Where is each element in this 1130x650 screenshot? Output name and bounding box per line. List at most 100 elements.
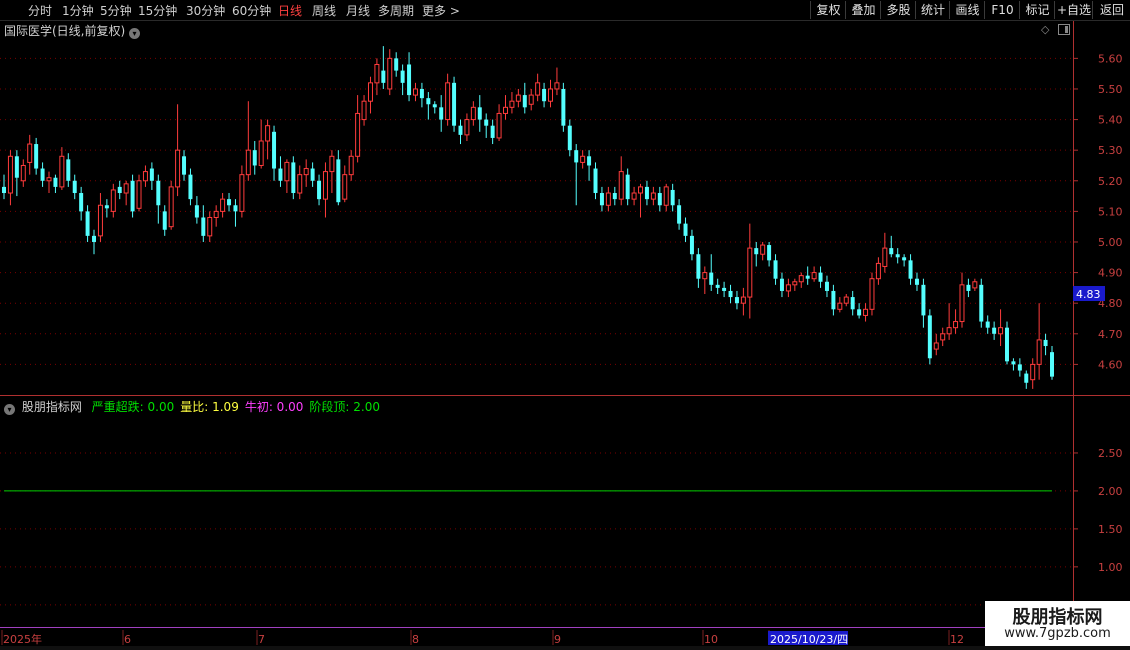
candle[interactable] — [515, 88, 521, 108]
candle[interactable] — [272, 125, 277, 181]
candle[interactable] — [535, 73, 541, 102]
candle[interactable] — [201, 205, 206, 242]
candle[interactable] — [959, 272, 965, 328]
candle[interactable] — [857, 303, 862, 319]
candle[interactable] — [310, 162, 315, 187]
candle[interactable] — [677, 199, 682, 230]
candle[interactable] — [663, 183, 669, 212]
candle[interactable] — [53, 174, 58, 194]
candle[interactable] — [303, 159, 309, 187]
panel-toggle-icon[interactable] — [1058, 24, 1070, 35]
candle[interactable] — [689, 229, 694, 261]
candle[interactable] — [477, 95, 482, 132]
period-tab[interactable]: 1分钟 — [62, 2, 94, 19]
diamond-icon[interactable]: ◇ — [1041, 23, 1049, 36]
candle[interactable] — [27, 134, 33, 175]
candle[interactable] — [805, 266, 810, 285]
candle[interactable] — [889, 235, 894, 258]
candle[interactable] — [631, 186, 637, 206]
candle[interactable] — [367, 76, 373, 114]
candle[interactable] — [452, 76, 457, 132]
candle[interactable] — [464, 113, 470, 141]
candle[interactable] — [59, 147, 65, 190]
candle[interactable] — [2, 174, 6, 200]
period-tab[interactable]: 月线 — [346, 2, 370, 19]
toolbar-button[interactable]: 叠加 — [845, 1, 881, 19]
candle[interactable] — [207, 211, 213, 242]
candle[interactable] — [638, 183, 644, 218]
candle[interactable] — [605, 186, 611, 212]
candle[interactable] — [818, 266, 823, 288]
candle[interactable] — [123, 180, 129, 206]
candle[interactable] — [239, 165, 245, 218]
candle[interactable] — [20, 159, 26, 187]
candle[interactable] — [503, 95, 508, 120]
candle[interactable] — [92, 229, 97, 255]
candle[interactable] — [696, 248, 701, 288]
candle[interactable] — [869, 272, 875, 316]
candle[interactable] — [528, 88, 534, 111]
candle[interactable] — [902, 254, 907, 267]
candle[interactable] — [650, 186, 656, 206]
candle[interactable] — [182, 150, 187, 181]
candle[interactable] — [329, 150, 335, 194]
period-tab[interactable]: 30分钟 — [186, 2, 225, 19]
candle[interactable] — [914, 272, 919, 291]
candle[interactable] — [779, 272, 784, 298]
candle[interactable] — [1011, 358, 1016, 371]
candle[interactable] — [837, 297, 843, 313]
candle[interactable] — [811, 266, 817, 282]
period-tab[interactable]: 15分钟 — [138, 2, 177, 19]
candle[interactable] — [317, 174, 322, 206]
candle[interactable] — [670, 183, 675, 212]
candle[interactable] — [760, 241, 766, 261]
candle[interactable] — [66, 153, 71, 187]
candle[interactable] — [992, 321, 997, 340]
candle[interactable] — [252, 140, 257, 175]
candle[interactable] — [773, 254, 778, 285]
candle[interactable] — [490, 119, 495, 145]
toolbar-button[interactable]: F10 — [984, 1, 1020, 19]
candle[interactable] — [522, 82, 527, 114]
chevron-down-icon[interactable]: ▾ — [129, 28, 141, 39]
candle[interactable] — [702, 266, 708, 295]
candle[interactable] — [213, 205, 219, 227]
candle[interactable] — [792, 278, 798, 291]
kline-chart-area[interactable]: 5.605.505.405.305.205.105.004.904.804.70… — [0, 0, 1130, 650]
candle[interactable] — [933, 333, 939, 356]
candle[interactable] — [709, 254, 714, 291]
candle[interactable] — [400, 64, 405, 96]
candle[interactable] — [245, 101, 251, 181]
candle[interactable] — [895, 248, 900, 264]
candle[interactable] — [850, 290, 855, 316]
candle[interactable] — [644, 180, 649, 206]
candle[interactable] — [97, 193, 103, 242]
candle[interactable] — [882, 232, 888, 273]
period-tab[interactable]: 5分钟 — [100, 2, 132, 19]
candle[interactable] — [966, 278, 971, 298]
candle[interactable] — [484, 113, 489, 138]
period-tab[interactable]: 60分钟 — [232, 2, 271, 19]
candle[interactable] — [220, 193, 226, 218]
period-tab[interactable]: 周线 — [312, 2, 336, 19]
candle[interactable] — [79, 186, 84, 221]
candle[interactable] — [85, 205, 90, 242]
candle[interactable] — [278, 156, 283, 187]
candle[interactable] — [554, 67, 560, 96]
candle[interactable] — [625, 168, 630, 206]
candle[interactable] — [46, 171, 52, 194]
candle[interactable] — [40, 162, 45, 187]
candle[interactable] — [908, 254, 913, 285]
candle[interactable] — [14, 150, 19, 197]
candle[interactable] — [322, 162, 328, 218]
candle[interactable] — [394, 52, 399, 77]
candle[interactable] — [927, 309, 932, 365]
candle[interactable] — [1024, 370, 1029, 389]
candle[interactable] — [1043, 333, 1048, 356]
candle[interactable] — [445, 73, 451, 126]
candle[interactable] — [561, 82, 566, 132]
candle[interactable] — [612, 186, 617, 206]
candle[interactable] — [979, 278, 984, 328]
candle[interactable] — [998, 309, 1004, 347]
candle[interactable] — [946, 303, 952, 340]
